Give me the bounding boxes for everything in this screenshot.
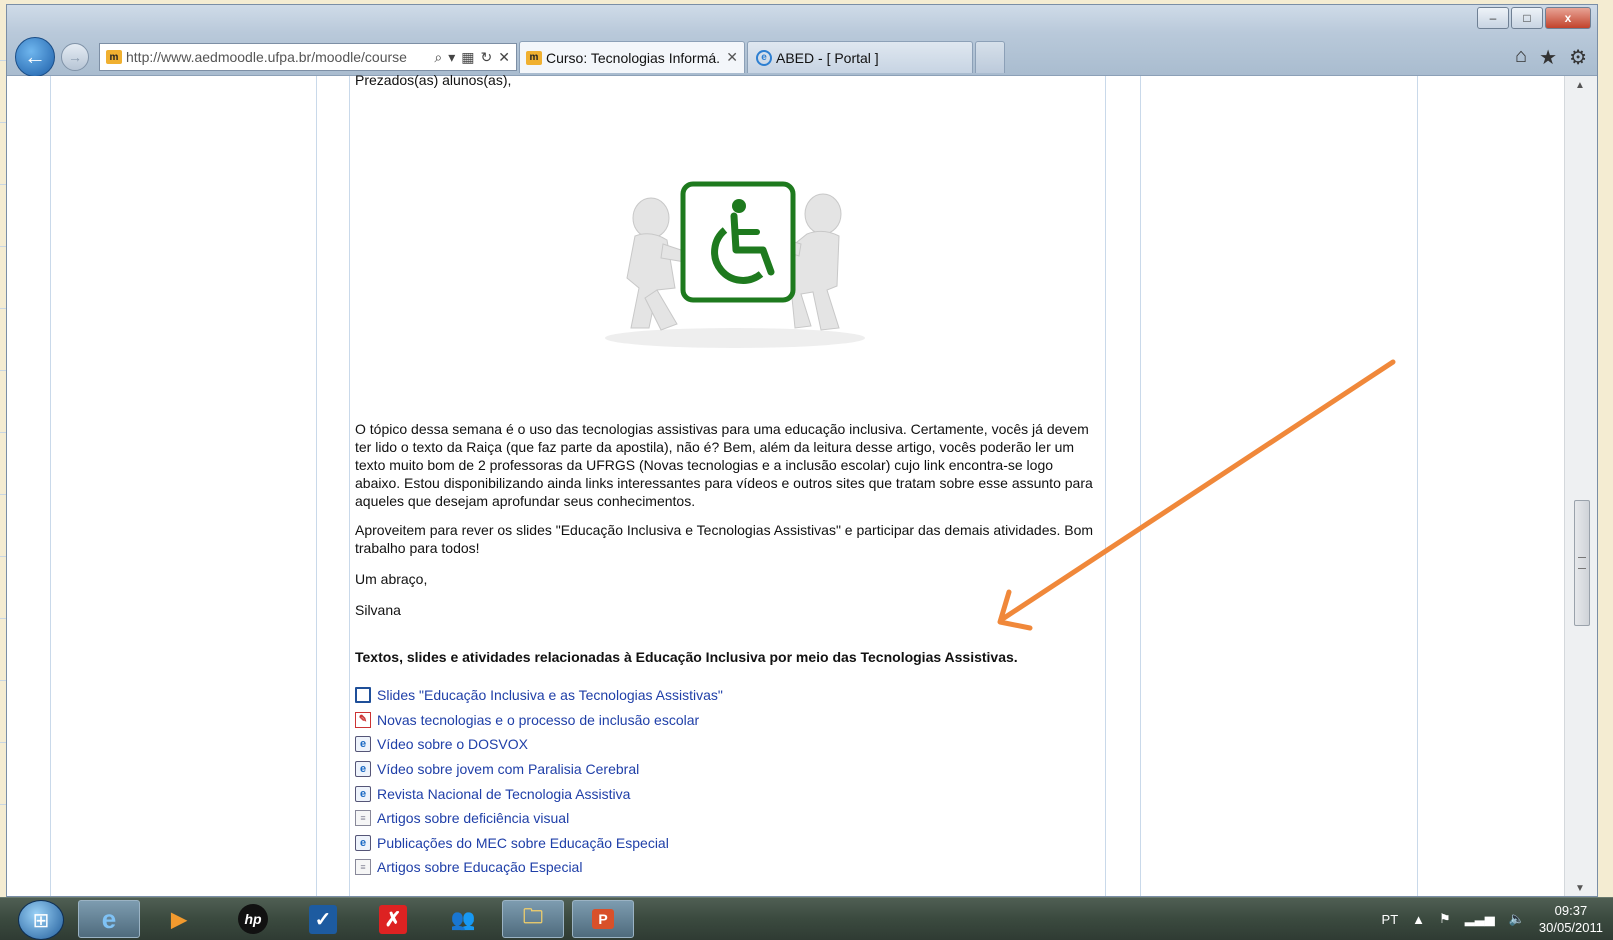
- clock[interactable]: 09:37 30/05/2011: [1539, 902, 1603, 936]
- clock-date: 30/05/2011: [1538, 920, 1603, 935]
- check-icon[interactable]: ✓: [292, 900, 354, 938]
- windows-logo-icon: ⊞: [32, 909, 50, 932]
- antivirus-icon[interactable]: ✗: [362, 900, 424, 938]
- system-tray: PT ▲ ⚑ ▂▃▅ 🔈 09:37 30/05/2011: [1382, 898, 1603, 940]
- volume-icon[interactable]: 🔈: [1509, 911, 1525, 927]
- windows-taskbar: ⊞ e ▶ hp ✓ ✗ 👥 🗀 P PT ▲ ⚑ ▂▃▅ 🔈 09:37 30…: [0, 897, 1613, 940]
- internet-explorer-icon[interactable]: e: [78, 900, 140, 938]
- presentation-icon[interactable]: P: [572, 900, 634, 938]
- show-hidden-icons-icon[interactable]: ▲: [1412, 912, 1425, 927]
- action-center-flag-icon[interactable]: ⚑: [1439, 911, 1451, 927]
- network-signal-icon[interactable]: ▂▃▅: [1465, 911, 1495, 927]
- language-indicator[interactable]: PT: [1382, 912, 1399, 927]
- media-player-icon[interactable]: ▶: [148, 900, 210, 938]
- clock-time: 09:37: [1554, 903, 1588, 918]
- start-button[interactable]: ⊞: [18, 900, 64, 940]
- annotation-arrow: [997, 359, 1396, 631]
- hp-icon[interactable]: hp: [222, 900, 284, 938]
- users-icon[interactable]: 👥: [432, 900, 494, 938]
- file-explorer-icon[interactable]: 🗀: [502, 900, 564, 938]
